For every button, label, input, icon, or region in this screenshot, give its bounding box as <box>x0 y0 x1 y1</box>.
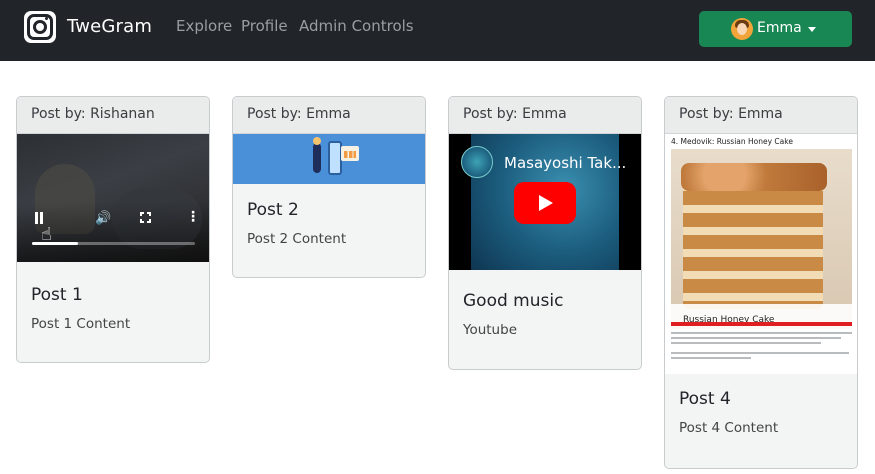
nav-link-explore[interactable]: Explore <box>176 17 232 35</box>
post-author: Post by: Emma <box>679 106 783 122</box>
post-card-2: Post by: Emma Post 2 Post 2 Content <box>232 96 426 278</box>
post-author: Post by: Emma <box>463 106 567 122</box>
post-card-3: Post by: Emma Masayoshi Tak... Good musi… <box>448 96 642 370</box>
more-options-icon[interactable]: ⋮ <box>186 210 200 224</box>
fullscreen-icon[interactable] <box>139 211 152 224</box>
youtube-play-icon[interactable] <box>514 182 576 224</box>
nav-link-profile[interactable]: Profile <box>241 17 288 35</box>
video-progress-fill <box>32 242 78 245</box>
post-card-header: Post by: Emma <box>665 97 857 134</box>
user-menu-button[interactable]: Emma <box>699 11 852 47</box>
post-card-1: Post by: Rishanan 🔊 ⋮ ☝ Post 1 Post 1 Co… <box>16 96 210 363</box>
post-card-header: Post by: Rishanan <box>17 97 209 134</box>
post-title: Post 2 <box>247 200 299 220</box>
post-card-header: Post by: Emma <box>233 97 425 134</box>
post-title: Post 4 <box>679 389 731 409</box>
post-author: Post by: Rishanan <box>31 106 155 122</box>
top-navbar: TweGram Explore Profile Admin Controls E… <box>0 0 875 61</box>
post-content: Youtube <box>463 322 517 338</box>
volume-icon[interactable]: 🔊 <box>95 212 111 225</box>
user-name-label: Emma <box>757 20 802 36</box>
post-author: Post by: Emma <box>247 106 351 122</box>
brand-name[interactable]: TweGram <box>67 16 152 37</box>
nav-link-admin-controls[interactable]: Admin Controls <box>299 17 414 35</box>
user-avatar-icon <box>731 18 753 40</box>
post-title: Post 1 <box>31 285 83 305</box>
article-heading: 4. Medovik: Russian Honey Cake <box>671 137 793 146</box>
post-card-4: Post by: Emma 4. Medovik: Russian Honey … <box>664 96 858 469</box>
video-player[interactable]: 🔊 ⋮ ☝ <box>17 134 209 262</box>
channel-avatar-icon[interactable] <box>461 146 493 178</box>
caret-down-icon <box>808 27 816 32</box>
instagram-logo-icon[interactable] <box>24 11 56 43</box>
post-content: Post 1 Content <box>31 316 131 332</box>
post-content: Post 2 Content <box>247 231 347 247</box>
post-content: Post 4 Content <box>679 420 779 436</box>
post-title: Good music <box>463 291 564 311</box>
youtube-video-title[interactable]: Masayoshi Tak... <box>504 154 626 172</box>
youtube-embed[interactable]: Masayoshi Tak... <box>449 134 641 270</box>
post-card-header: Post by: Emma <box>449 97 641 134</box>
hand-cursor-icon: ☝ <box>41 224 52 245</box>
pause-icon[interactable] <box>34 212 44 224</box>
video-progress-bar[interactable] <box>32 242 195 245</box>
post-image <box>233 134 425 184</box>
article-screenshot: 4. Medovik: Russian Honey Cake Russian H… <box>665 134 857 374</box>
cake-image: Russian Honey Cake <box>671 149 852 329</box>
